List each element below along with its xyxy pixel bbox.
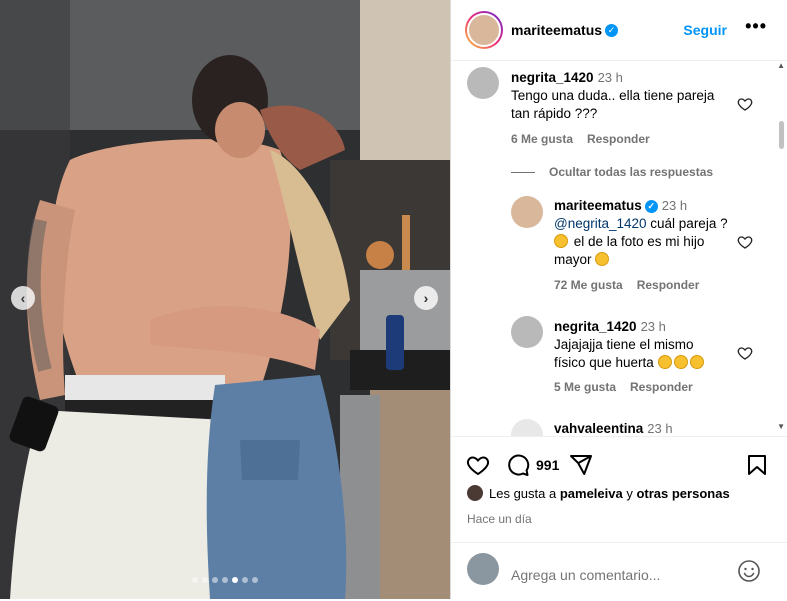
smiling-face-emoji	[554, 234, 568, 248]
comment-count: 991	[536, 457, 560, 473]
commenter-avatar[interactable]	[511, 196, 543, 228]
liker-username[interactable]: pameleiva	[560, 486, 623, 501]
scroll-up-icon[interactable]: ▲	[777, 61, 785, 70]
carousel-prev-button[interactable]: ‹	[11, 286, 35, 310]
hide-replies-button[interactable]: Ocultar todas las respuestas	[511, 165, 713, 179]
carousel-next-button[interactable]: ›	[414, 286, 438, 310]
rofl-emoji	[673, 355, 688, 369]
commenter-username[interactable]: negrita_1420	[511, 70, 594, 85]
post-header: mariteematus ✓ Seguir •••	[451, 0, 787, 61]
comment-meta: 72 Me gusta Responder	[554, 278, 713, 292]
comment-input[interactable]	[511, 567, 731, 583]
comment-header: negrita_1420 23 h	[511, 70, 623, 85]
carousel-dot	[202, 577, 208, 583]
reply-button[interactable]: Responder	[630, 380, 693, 394]
comment-header: negrita_1420 23 h	[554, 319, 666, 334]
carousel-dot	[242, 577, 248, 583]
verified-icon: ✓	[605, 24, 619, 38]
reply-button[interactable]: Responder	[637, 278, 700, 292]
verified-icon: ✓	[644, 199, 658, 213]
rofl-emoji	[657, 355, 672, 369]
post-timestamp: Hace un día	[467, 512, 532, 526]
comment-text: Tengo una duda.. ella tiene pareja tan r…	[511, 88, 715, 121]
carousel-dot	[252, 577, 258, 583]
commenter-avatar[interactable]	[467, 67, 499, 99]
carousel-dot	[212, 577, 218, 583]
comment-meta: 5 Me gusta Responder	[554, 380, 707, 394]
comment-bubble-icon[interactable]	[506, 453, 530, 477]
carousel-dot	[192, 577, 198, 583]
comment-header: mariteematus ✓ 23 h	[554, 198, 687, 213]
commenter-username[interactable]: negrita_1420	[554, 319, 637, 334]
commenter-username[interactable]: vahvaleentina	[554, 421, 643, 436]
liker-avatar	[467, 485, 483, 501]
comment-text: Jajajajja tiene el mismo físico que huer…	[554, 336, 706, 372]
rofl-emoji	[689, 355, 704, 369]
comment-time: 23 h	[597, 70, 623, 85]
comment-time: 23 h	[661, 198, 688, 213]
more-options-icon[interactable]: •••	[745, 16, 767, 37]
comments-scrollbar[interactable]: ▲ ▼	[777, 60, 787, 436]
current-user-avatar	[467, 553, 499, 585]
author-avatar[interactable]	[465, 11, 503, 49]
post-side-panel: mariteematus ✓ Seguir ••• negrita_1420 23 …	[451, 0, 787, 599]
post-image	[0, 0, 450, 599]
carousel-dot	[222, 577, 228, 583]
like-comment-icon[interactable]	[737, 96, 753, 112]
share-paper-plane-icon[interactable]	[569, 453, 593, 477]
carousel-dot-active	[232, 577, 238, 583]
save-bookmark-icon[interactable]	[745, 453, 769, 477]
grinning-sweat-emoji	[595, 252, 610, 266]
comment-text: @negrita_1420 cuál pareja ? el de la fot…	[554, 216, 728, 267]
add-comment-bar	[451, 542, 787, 601]
comment-time: 23 h	[640, 319, 666, 334]
others-link[interactable]: otras personas	[636, 486, 729, 501]
post-footer: 991 Les gusta a pameleiva y otras person…	[451, 436, 787, 600]
comment-header: vahvaleentina 23 h	[554, 421, 673, 436]
comment-likes[interactable]: 5 Me gusta	[554, 380, 616, 394]
mention-link[interactable]: @negrita_1420	[554, 216, 647, 231]
comment-meta: 6 Me gusta Responder	[511, 132, 664, 146]
commenter-username[interactable]: mariteematus	[554, 198, 642, 213]
commenter-avatar[interactable]	[511, 419, 543, 436]
scrollbar-thumb[interactable]	[779, 121, 784, 149]
post-photo[interactable]: ‹ ›	[0, 0, 450, 599]
comment-time: 23 h	[647, 421, 673, 436]
carousel-indicator	[0, 577, 450, 583]
like-comment-icon[interactable]	[737, 234, 753, 250]
commenter-avatar[interactable]	[511, 316, 543, 348]
likes-summary[interactable]: Les gusta a pameleiva y otras personas	[467, 485, 730, 501]
follow-button[interactable]: Seguir	[683, 22, 727, 38]
like-heart-icon[interactable]	[466, 453, 490, 477]
emoji-picker-icon[interactable]	[737, 559, 761, 583]
like-comment-icon[interactable]	[737, 345, 753, 361]
comment-likes[interactable]: 72 Me gusta	[554, 278, 623, 292]
comments-list[interactable]: negrita_1420 23 h Tengo una duda.. ella t…	[451, 61, 787, 436]
author-username[interactable]: mariteematus	[511, 22, 602, 38]
comment-likes[interactable]: 6 Me gusta	[511, 132, 573, 146]
reply-button[interactable]: Responder	[587, 132, 650, 146]
scroll-down-icon[interactable]: ▼	[777, 422, 785, 431]
